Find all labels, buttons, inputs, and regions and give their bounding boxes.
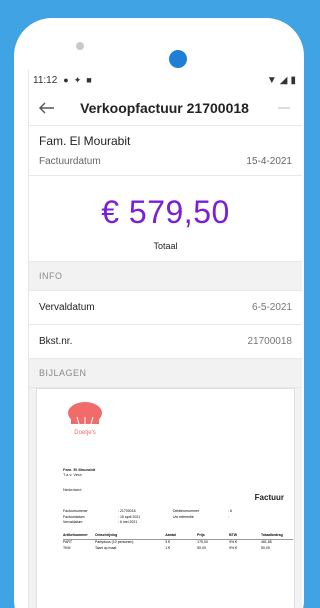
table-cell: TKM	[63, 545, 71, 550]
front-camera	[169, 50, 187, 68]
doc-addr-line2: T.a.v. Vera	[63, 472, 82, 478]
back-arrow-icon[interactable]	[39, 98, 59, 118]
image-icon: ■	[86, 75, 92, 85]
table-header-cell: Omschrijving	[94, 533, 118, 537]
table-cell: 50,00	[261, 545, 270, 550]
app-bar: Verkoopfactuur 21700018	[29, 90, 302, 126]
attachments-area: Doetje's Fam. El Mourabit T.a.v. Vera Ne…	[29, 388, 302, 608]
meta-row: Vervaldatum : 6 mei 2021	[63, 520, 283, 526]
document-heading: Factuur	[254, 493, 284, 502]
table-header-cell: Prijs	[197, 533, 205, 537]
total-amount: € 579,50	[101, 194, 230, 230]
meta-cell	[173, 520, 228, 526]
info-row-due-date: Vervaldatum 6-5-2021	[29, 291, 302, 325]
document-country: Nederland	[63, 487, 82, 492]
page-title: Verkoopfactuur 21700018	[80, 99, 249, 116]
total-amount-label: Totaal	[153, 241, 178, 251]
table-header-cell: BTW	[229, 533, 238, 537]
wifi-icon: ▼	[266, 74, 277, 86]
table-cell: Taart op maat	[94, 545, 117, 550]
info-value: 6-5-2021	[251, 302, 292, 313]
table-header-cell: Artikelnummer	[63, 533, 88, 537]
document-table: Artikelnummer Omschrijving Aantal Prijs …	[63, 533, 293, 552]
invoice-date-value: 15-4-2021	[246, 156, 292, 167]
info-value: 21700018	[247, 336, 293, 347]
more-options-icon[interactable]	[276, 100, 292, 116]
total-amount-block: € 579,50 Totaal	[29, 176, 302, 262]
earpiece	[76, 42, 84, 50]
notification-icon: ✦	[73, 74, 82, 85]
table-header-row: Artikelnummer Omschrijving Aantal Prijs …	[63, 533, 293, 540]
logo-text: Doetje's	[74, 430, 96, 436]
customer-name: Fam. El Mourabit	[39, 134, 131, 148]
meta-cell	[228, 520, 283, 526]
app-screen: 11:12 ● ✦ ■ ▼ ◢ ▮ Verkoopfactuur 2170001…	[28, 70, 302, 608]
info-label: Bkst.nr.	[39, 336, 73, 347]
table-row: TKM Taart op maat 1 € 50,00 9% € 50,00	[63, 546, 293, 552]
attachments-section-header: BIJLAGEN	[29, 359, 302, 388]
signal-icon: ◢	[279, 74, 288, 86]
bakery-logo: Doetje's	[65, 399, 105, 439]
table-cell: 50,00	[197, 545, 206, 550]
invoice-date-label: Factuurdatum	[39, 156, 101, 167]
document-address: Fam. El Mourabit T.a.v. Vera	[63, 467, 95, 477]
invoice-document-preview[interactable]: Doetje's Fam. El Mourabit T.a.v. Vera Ne…	[36, 388, 295, 608]
table-header-cell: Totaalbedrag	[261, 533, 283, 537]
invoice-date-row: Factuurdatum 15-4-2021	[29, 152, 302, 176]
status-time: 11:12	[33, 74, 58, 86]
record-icon: ●	[63, 75, 69, 85]
info-section-header: INFO	[29, 262, 302, 291]
meta-cell: Vervaldatum	[63, 520, 83, 525]
document-meta: Factuurnummer : 21700018 Debiteurnummer …	[63, 509, 283, 526]
table-cell: 9% €	[229, 545, 238, 550]
status-bar: 11:12 ● ✦ ■ ▼ ◢ ▮	[29, 70, 302, 90]
battery-icon: ▮	[290, 74, 296, 86]
info-row-booking-number: Bkst.nr. 21700018	[29, 325, 302, 359]
meta-cell: : 6 mei 2021	[118, 520, 138, 525]
info-label: Vervaldatum	[39, 302, 95, 313]
table-cell: 1 €	[165, 545, 171, 550]
table-header-cell: Aantal	[165, 533, 176, 537]
